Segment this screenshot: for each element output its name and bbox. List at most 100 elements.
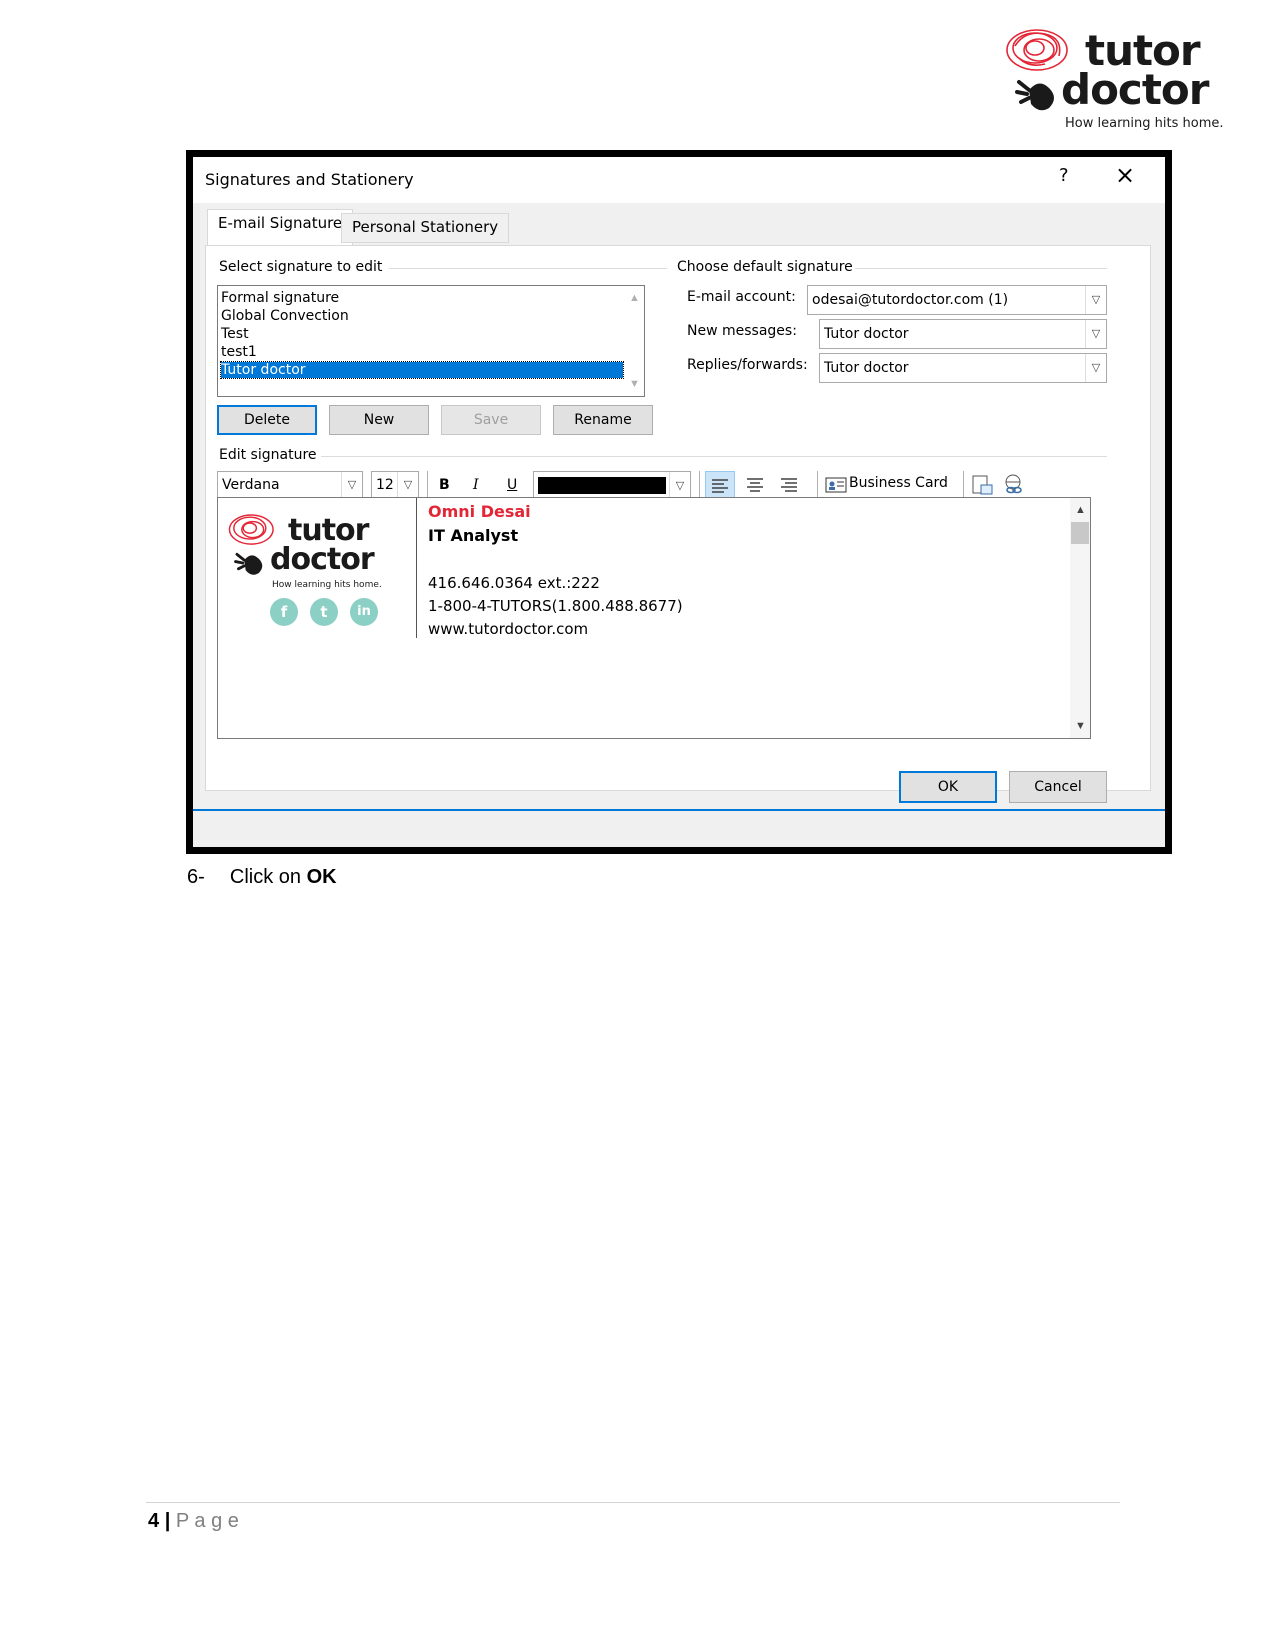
business-card-button[interactable]: Business Card xyxy=(823,471,957,499)
toolbar-separator xyxy=(699,471,700,499)
cancel-button[interactable]: Cancel xyxy=(1009,771,1107,803)
new-messages-value: Tutor doctor xyxy=(824,326,909,342)
tutor-doctor-logo: tutor doctor How learning hits home. xyxy=(1005,26,1237,134)
new-messages-label: New messages: xyxy=(687,323,797,339)
toolbar-separator xyxy=(427,471,428,499)
list-item[interactable]: Formal signature xyxy=(221,290,339,306)
tab-email-signature[interactable]: E-mail Signature xyxy=(207,209,354,245)
signature-name: Omni Desai xyxy=(428,502,531,521)
email-account-select[interactable]: odesai@tutordoctor.com (1) ▽ xyxy=(807,285,1107,315)
signature-tollfree: 1-800-4-TUTORS(1.800.488.8677) xyxy=(428,597,683,615)
list-item[interactable]: test1 xyxy=(221,344,257,360)
font-size-select[interactable]: 12 ▽ xyxy=(371,471,419,499)
align-center-button[interactable] xyxy=(741,471,771,499)
signatures-dialog: Signatures and Stationery ? × E-mail Sig… xyxy=(186,150,1172,854)
replies-forwards-select[interactable]: Tutor doctor ▽ xyxy=(819,353,1107,383)
italic-button[interactable]: I xyxy=(473,477,479,493)
page-footer: 4 | P a g e xyxy=(148,1510,239,1533)
edit-signature-label: Edit signature xyxy=(219,447,317,463)
step-bold-text: OK xyxy=(306,866,337,888)
step-text: Click on xyxy=(229,866,307,888)
scroll-down-icon[interactable]: ▼ xyxy=(1075,720,1086,732)
divider xyxy=(321,456,1107,457)
delete-button[interactable]: Delete xyxy=(217,405,317,435)
replies-forwards-value: Tutor doctor xyxy=(824,360,909,376)
linkedin-icon[interactable]: in xyxy=(350,598,378,626)
signature-title: IT Analyst xyxy=(428,526,519,545)
scroll-up-icon[interactable]: ▲ xyxy=(1075,504,1086,516)
align-center-icon xyxy=(747,478,763,492)
signature-editor[interactable]: tutor doctor How learning hits home. f t… xyxy=(217,497,1091,739)
new-messages-select[interactable]: Tutor doctor ▽ xyxy=(819,319,1107,349)
signature-phone: 416.646.0364 ext.:222 xyxy=(428,574,600,592)
logo-tagline: How learning hits home. xyxy=(1065,116,1224,131)
align-right-icon xyxy=(781,478,797,492)
step-number: 6- xyxy=(187,866,205,888)
bold-button[interactable]: B xyxy=(439,477,450,493)
replies-forwards-label: Replies/forwards: xyxy=(687,357,808,373)
align-right-button[interactable] xyxy=(775,471,805,499)
hand-icon xyxy=(1015,80,1054,111)
new-button[interactable]: New xyxy=(329,405,429,435)
divider xyxy=(855,268,1107,269)
list-item-selected[interactable]: Tutor doctor xyxy=(220,361,624,379)
font-name-select[interactable]: Verdana ▽ xyxy=(217,471,363,499)
help-button[interactable]: ? xyxy=(1059,165,1069,186)
scroll-down-icon[interactable]: ▼ xyxy=(629,378,640,390)
toolbar-separator xyxy=(817,471,818,499)
save-button[interactable]: Save xyxy=(441,405,541,435)
signature-logo: tutor doctor How learning hits home. f t… xyxy=(228,512,408,632)
email-account-value: odesai@tutordoctor.com (1) xyxy=(812,292,1009,308)
sig-logo-word-doctor: doctor xyxy=(270,542,375,577)
signature-listbox[interactable]: Formal signature Global Convection Test … xyxy=(217,285,645,397)
page-number: 4 xyxy=(148,1510,160,1532)
facebook-icon[interactable]: f xyxy=(270,598,298,626)
toolbar-separator xyxy=(963,471,964,499)
list-item[interactable]: Global Convection xyxy=(221,308,349,324)
twitter-icon[interactable]: t xyxy=(310,598,338,626)
scroll-up-icon[interactable]: ▲ xyxy=(629,292,640,304)
select-signature-label: Select signature to edit xyxy=(219,259,383,275)
sig-logo-tagline: How learning hits home. xyxy=(272,580,382,590)
dialog-title: Signatures and Stationery xyxy=(205,170,414,189)
chevron-down-icon[interactable]: ▽ xyxy=(1085,354,1106,382)
business-card-icon xyxy=(825,477,847,493)
ok-button[interactable]: OK xyxy=(899,771,997,803)
default-signature-label: Choose default signature xyxy=(677,259,853,275)
font-name-value: Verdana xyxy=(222,477,280,493)
email-account-label: E-mail account: xyxy=(687,289,796,305)
page-label: P a g e xyxy=(175,1510,239,1532)
align-left-button[interactable] xyxy=(705,471,735,499)
footer-divider xyxy=(146,1502,1120,1503)
signature-website: www.tutordoctor.com xyxy=(428,620,589,638)
chevron-down-icon[interactable]: ▽ xyxy=(397,472,418,498)
list-item[interactable]: Test xyxy=(221,326,249,342)
color-swatch xyxy=(538,477,666,494)
chevron-down-icon[interactable]: ▽ xyxy=(1085,320,1106,348)
window-border xyxy=(193,809,1165,811)
logo-word-doctor: doctor xyxy=(1061,65,1209,114)
brain-icon xyxy=(228,514,274,545)
rename-button[interactable]: Rename xyxy=(553,405,653,435)
tab-personal-stationery[interactable]: Personal Stationery xyxy=(341,213,510,243)
instruction-step: 6- Click on OK xyxy=(187,866,337,889)
insert-hyperlink-icon[interactable] xyxy=(1003,473,1027,497)
insert-picture-icon[interactable] xyxy=(971,473,995,497)
signature-divider xyxy=(416,498,417,638)
divider xyxy=(389,268,667,269)
chevron-down-icon[interactable]: ▽ xyxy=(341,472,362,498)
hand-icon xyxy=(234,552,263,575)
close-button[interactable]: × xyxy=(1115,161,1135,189)
business-card-label: Business Card xyxy=(849,475,948,491)
scroll-thumb[interactable] xyxy=(1071,522,1089,544)
underline-button[interactable]: U xyxy=(507,477,517,493)
chevron-down-icon[interactable]: ▽ xyxy=(669,472,690,498)
chevron-down-icon[interactable]: ▽ xyxy=(1085,286,1106,314)
font-color-select[interactable]: ▽ xyxy=(533,471,691,499)
footer-separator: | xyxy=(164,1510,171,1532)
align-left-icon xyxy=(712,479,728,493)
dialog-titlebar: Signatures and Stationery ? × xyxy=(193,157,1165,203)
font-size-value: 12 xyxy=(376,477,394,493)
list-scrollbar[interactable]: ▲ ▼ xyxy=(624,286,644,396)
editor-scrollbar[interactable]: ▲ ▼ xyxy=(1070,498,1090,738)
